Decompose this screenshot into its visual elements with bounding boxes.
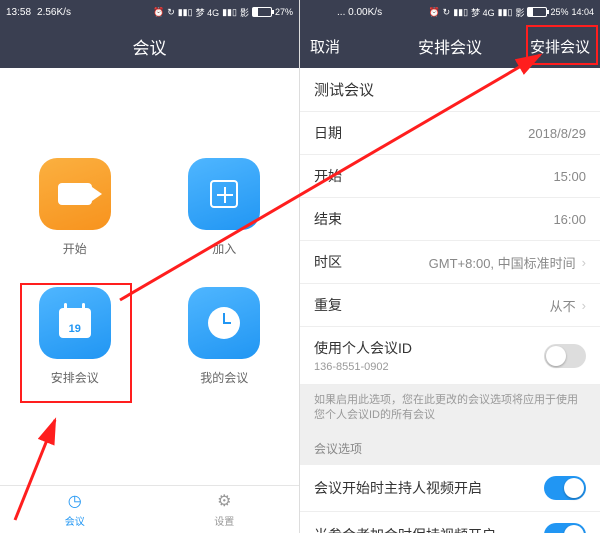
status-bar: 00:00 ... 0.00K/s ⏰ ↻ ▮▮▯ 梦 4G ▮▮▯ 影 25%… [300, 0, 600, 24]
signal2-icon: ▮▮▯ [498, 7, 513, 18]
tab-bar: ◷ 会议 ⚙ 设置 [0, 485, 299, 533]
row-pmi: 使用个人会议ID 136-8551-0902 [300, 327, 600, 385]
tile-start[interactable]: 开始 [0, 158, 150, 257]
alarm-icon: ⏰ [428, 7, 439, 18]
sync-icon: ↻ [443, 7, 451, 18]
value: 2018/8/29 [528, 126, 586, 141]
phone-right: 00:00 ... 0.00K/s ⏰ ↻ ▮▮▯ 梦 4G ▮▮▯ 影 25%… [300, 0, 600, 533]
extra-text: 影 [240, 6, 249, 19]
clock-tab-icon: ◷ [68, 491, 82, 511]
sync-icon: ↻ [167, 7, 175, 18]
label: 日期 [314, 123, 342, 143]
label: 结束 [314, 209, 342, 229]
row-participant-video: 当参会者加会时保持视频开启 [300, 512, 600, 533]
calendar-icon: 19 [39, 287, 111, 359]
chevron-right-icon: › [582, 298, 586, 313]
nav-title: 会议 [133, 34, 167, 59]
value: 从不 [550, 296, 576, 315]
chevron-right-icon: › [582, 255, 586, 270]
value: GMT+8:00, 中国标准时间 [429, 253, 576, 272]
tile-join[interactable]: 加入 [150, 158, 300, 257]
tile-label: 我的会议 [200, 369, 248, 386]
row-timezone[interactable]: 时区 GMT+8:00, 中国标准时间 › [300, 241, 600, 284]
battery-icon [252, 7, 272, 17]
extra-text: 影 [515, 6, 524, 19]
status-speed: 2.56K/s [37, 7, 71, 18]
signal2-icon: ▮▮▯ [222, 7, 237, 18]
battery-pct: 25% [550, 7, 568, 17]
status-time: 14:04 [571, 7, 594, 17]
toggle-host-video[interactable] [544, 476, 586, 500]
carrier-text: 梦 4G [471, 6, 495, 19]
label: 会议开始时主持人视频开启 [314, 478, 482, 498]
tab-meeting[interactable]: ◷ 会议 [0, 486, 150, 533]
carrier-text: 梦 4G [196, 6, 220, 19]
value: 16:00 [553, 212, 586, 227]
phone-left: 13:58 2.56K/s ⏰ ↻ ▮▮▯ 梦 4G ▮▮▯ 影 27% 会议 … [0, 0, 300, 533]
row-date[interactable]: 日期 2018/8/29 [300, 112, 600, 155]
cancel-button[interactable]: 取消 [310, 36, 370, 57]
pmi-note: 如果启用此选项，您在此更改的会议选项将应用于使用您个人会议ID的所有会议 [300, 385, 600, 432]
label: 使用个人会议ID [314, 338, 412, 358]
value: 15:00 [553, 169, 586, 184]
tab-label: 会议 [65, 513, 85, 528]
video-icon [39, 158, 111, 230]
label: 开始 [314, 166, 342, 186]
tile-my-meetings[interactable]: 我的会议 [150, 287, 300, 386]
home-content: 开始 加入 19 安排会议 我的会议 ◷ [0, 68, 299, 533]
label: 重复 [314, 295, 342, 315]
tile-label: 安排会议 [51, 369, 99, 386]
pmi-id: 136-8551-0902 [314, 361, 412, 373]
label: 时区 [314, 252, 342, 272]
nav-bar: 取消 安排会议 安排会议 [300, 24, 600, 68]
tab-label: 设置 [214, 513, 234, 528]
nav-bar: 会议 [0, 24, 299, 68]
meeting-title-text: 测试会议 [314, 79, 374, 100]
signal-icon: ▮▮▯ [178, 7, 193, 18]
schedule-confirm-button[interactable]: 安排会议 [530, 36, 590, 57]
tile-schedule[interactable]: 19 安排会议 [0, 287, 150, 386]
gear-icon: ⚙ [217, 491, 231, 511]
row-end[interactable]: 结束 16:00 [300, 198, 600, 241]
label: 当参会者加会时保持视频开启 [314, 525, 496, 533]
signal-icon: ▮▮▯ [453, 7, 468, 18]
status-speed: 0.00K/s [348, 7, 382, 18]
battery-icon [527, 7, 547, 17]
toggle-participant-video[interactable] [544, 523, 586, 533]
status-bar: 13:58 2.56K/s ⏰ ↻ ▮▮▯ 梦 4G ▮▮▯ 影 27% [0, 0, 299, 24]
tile-label: 加入 [212, 240, 236, 257]
section-options: 会议选项 [300, 432, 600, 465]
row-start[interactable]: 开始 15:00 [300, 155, 600, 198]
tab-settings[interactable]: ⚙ 设置 [150, 486, 300, 533]
meeting-title-input[interactable]: 测试会议 [300, 68, 600, 112]
plus-icon [188, 158, 260, 230]
alarm-icon: ⏰ [153, 7, 164, 18]
clock-icon [188, 287, 260, 359]
tile-label: 开始 [63, 240, 87, 257]
nav-title: 安排会议 [418, 34, 482, 58]
row-repeat[interactable]: 重复 从不 › [300, 284, 600, 327]
battery-pct: 27% [275, 7, 293, 17]
status-time: 13:58 [6, 7, 31, 18]
form-content: 测试会议 日期 2018/8/29 开始 15:00 结束 16:00 时区 G… [300, 68, 600, 533]
row-host-video: 会议开始时主持人视频开启 [300, 465, 600, 512]
toggle-pmi[interactable] [544, 344, 586, 368]
